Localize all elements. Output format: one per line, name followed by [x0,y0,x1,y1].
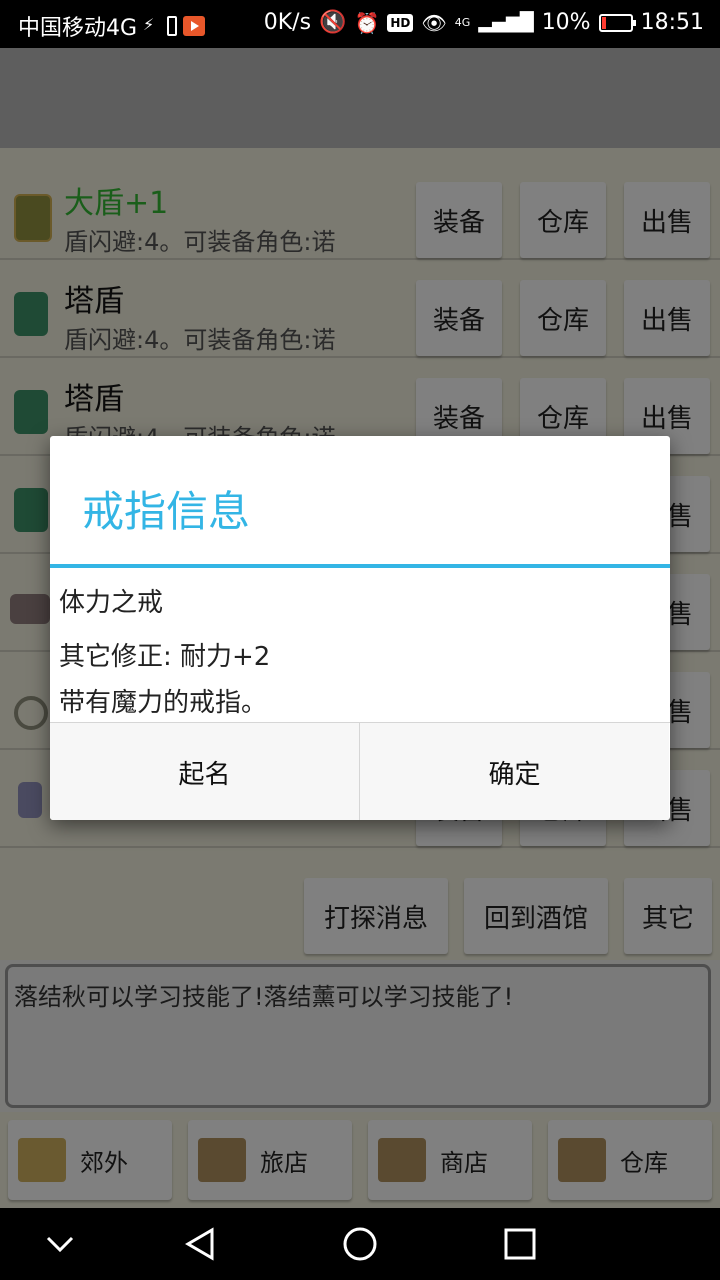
warehouse-button[interactable]: 仓库 [520,182,606,258]
ok-button[interactable]: 确定 [360,723,669,820]
nav-outskirts[interactable]: 郊外 [8,1120,172,1200]
net-speed: 0K/s [263,10,312,35]
sell-button[interactable]: 出售 [624,182,710,258]
app-header [0,48,720,148]
ring-info-dialog: 戒指信息 体力之戒 其它修正: 耐力+2 带有魔力的戒指。 起名 确定 [50,436,670,820]
nav-label: 旅店 [260,1148,308,1177]
system-nav-bar [0,1208,720,1280]
bottom-nav: 郊外 旅店 商店 仓库 [0,1112,720,1208]
hammer-icon [10,594,50,624]
alarm-icon: ⏰ [354,10,380,35]
clock: 18:51 [640,10,704,35]
collapse-icon[interactable] [44,1234,76,1254]
item-desc: 盾闪避:4。可装备角色:诺 [64,228,336,256]
tower-shield-icon [14,390,48,434]
dialog-modifier: 其它修正: 耐力+2 [59,642,271,672]
signpost-icon [18,1138,66,1182]
video-app-icon [183,16,206,36]
network-type: 4G [454,16,471,29]
potion-icon [18,782,42,818]
dialog-item-name: 体力之戒 [59,588,164,618]
mute-icon: 🔇 [319,10,347,35]
warehouse-sign-icon [558,1138,606,1182]
rename-button[interactable]: 起名 [50,723,360,820]
recents-icon[interactable] [502,1226,538,1262]
tower-shield-icon [14,488,48,532]
status-bar: 中国移动4G ⚡ 0K/s 🔇 ⏰ HD 👁 4G ▂▄▆█ 10% 18:51 [0,0,720,48]
ring-icon [14,696,48,730]
equip-button[interactable]: 装备 [416,280,502,356]
list-item: 塔盾 盾闪避:4。可装备角色:诺 装备 仓库 出售 [0,260,720,358]
dialog-button-bar: 起名 确定 [50,722,670,820]
dialog-description: 带有魔力的戒指。 [59,688,268,718]
nav-label: 仓库 [620,1148,668,1177]
shield-icon [14,194,52,242]
nav-inn[interactable]: 旅店 [188,1120,352,1200]
nav-label: 商店 [440,1148,488,1177]
hd-icon: HD [387,13,414,32]
nav-warehouse[interactable]: 仓库 [548,1120,712,1200]
sim-card-icon [167,16,178,36]
list-item: 大盾+1 盾闪避:4。可装备角色:诺 装备 仓库 出售 [0,162,720,260]
signal-icon: ▂▄▆█ [478,12,534,33]
action-bar: 打探消息 回到酒馆 其它 [0,868,720,960]
back-icon[interactable] [182,1226,218,1262]
scout-button[interactable]: 打探消息 [304,878,448,954]
message-log[interactable]: 落结秋可以学习技能了!落结薰可以学习技能了! [5,964,711,1108]
sell-button[interactable]: 出售 [624,280,710,356]
battery-icon [598,13,636,32]
nav-shop[interactable]: 商店 [368,1120,532,1200]
home-icon[interactable] [340,1226,380,1266]
equip-button[interactable]: 装备 [416,182,502,258]
usb-icon: ⚡ [143,15,155,34]
inn-sign-icon [198,1138,246,1182]
warehouse-button[interactable]: 仓库 [520,280,606,356]
dialog-divider [50,564,670,568]
battery-percent: 10% [541,10,591,35]
shop-sign-icon [378,1138,426,1182]
item-name: 塔盾 [64,284,124,319]
item-name: 塔盾 [64,382,124,417]
other-button[interactable]: 其它 [624,878,712,954]
item-name: 大盾+1 [64,186,169,221]
eye-icon: 👁 [421,10,447,35]
carrier-label: 中国移动4G [18,16,138,41]
nav-label: 郊外 [80,1148,128,1177]
item-desc: 盾闪避:4。可装备角色:诺 [64,326,336,354]
tower-shield-icon [14,292,48,336]
dialog-title: 戒指信息 [82,487,251,536]
return-tavern-button[interactable]: 回到酒馆 [464,878,608,954]
